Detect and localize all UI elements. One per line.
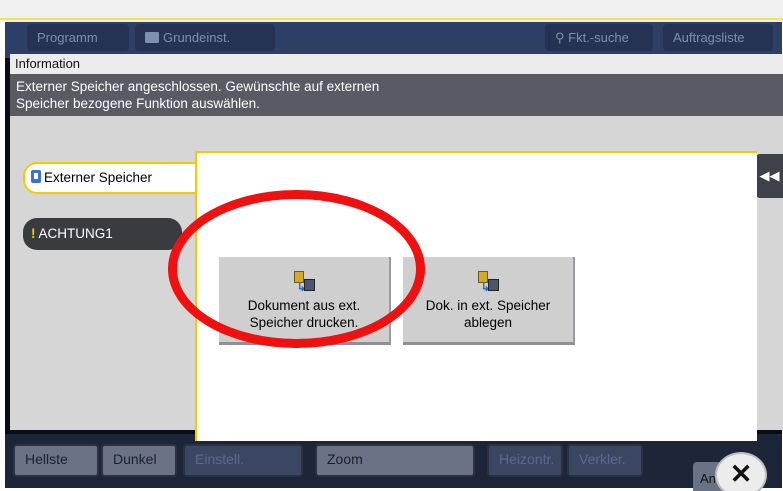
save-to-external-icon: ↳ — [476, 271, 500, 294]
warning-icon: ! — [31, 226, 36, 241]
side-tab-achtung1[interactable]: ! ACHTUNG1 — [23, 218, 182, 250]
function-label-line-2: Speicher drucken. — [249, 315, 359, 330]
collapse-panel-button[interactable]: ◀◀ — [756, 154, 783, 198]
tab-fkt-suche-label: Fkt.-suche — [568, 30, 629, 45]
settings-icon — [145, 32, 159, 43]
search-icon: ⚲ — [555, 30, 569, 45]
save-to-external-memory-button[interactable]: ↳ Dok. in ext. Speicher ablegen — [403, 257, 575, 345]
side-tab-externer-speicher[interactable]: Externer Speicher — [23, 162, 195, 194]
bottom-button-zoom[interactable]: Zoom — [315, 444, 475, 477]
dialog-message: Externer Speicher angeschlossen. Gewünsc… — [10, 74, 783, 116]
tab-programm[interactable]: Programm — [27, 24, 129, 51]
bottom-button-label: An — [700, 471, 716, 486]
background-tab-bar: Programm Grundeinst. ⚲ Fkt.-suche Auftra… — [5, 22, 782, 58]
bottom-button-einstell[interactable]: Einstell. — [183, 444, 303, 477]
device-screen: Programm Grundeinst. ⚲ Fkt.-suche Auftra… — [5, 22, 783, 491]
tab-auftragsliste-label: Auftragsliste — [673, 30, 745, 45]
tab-fkt-suche[interactable]: ⚲ Fkt.-suche — [545, 24, 653, 51]
side-tab-panel: Externer Speicher ! ACHTUNG1 — [10, 116, 195, 430]
bottom-button-dunkel[interactable]: Dunkel — [101, 444, 177, 477]
function-label-line-1: Dokument aus ext. — [247, 298, 361, 313]
dialog-title: Information — [10, 54, 783, 74]
top-status-strip — [0, 0, 783, 22]
tab-grundeinst[interactable]: Grundeinst. — [135, 24, 275, 51]
bottom-button-label: Zoom — [327, 451, 363, 467]
tab-programm-label: Programm — [37, 30, 98, 45]
tab-grundeinst-label: Grundeinst. — [163, 30, 231, 45]
bottom-button-hellste[interactable]: Hellste — [13, 444, 99, 477]
bottom-button-verkler[interactable]: Verkler. — [567, 444, 643, 477]
side-tab-label: ACHTUNG1 — [38, 226, 113, 241]
double-chevron-left-icon: ◀◀ — [759, 168, 780, 183]
side-tab-label: Externer Speicher — [44, 170, 153, 185]
print-from-external-memory-button[interactable]: ↳ Dokument aus ext. Speicher drucken. — [219, 257, 391, 345]
function-label-line-1: Dok. in ext. Speicher — [425, 298, 551, 313]
dialog-message-line-1: Externer Speicher angeschlossen. Gewünsc… — [16, 79, 380, 94]
bottom-button-label: Dunkel — [113, 451, 157, 467]
dialog-message-line-2: Speicher bezogene Funktion auswählen. — [16, 96, 260, 111]
tab-auftragsliste[interactable]: Auftragsliste — [663, 24, 773, 51]
bottom-button-label: Einstell. — [195, 451, 245, 467]
function-label-line-2: ablegen — [463, 315, 513, 330]
bottom-button-label: Verkler. — [579, 451, 626, 467]
function-content-area: ↳ Dokument aus ext. Speicher drucken. ↳ … — [195, 151, 757, 441]
close-icon: ✕ — [729, 459, 753, 489]
print-from-external-icon: ↳ — [292, 271, 316, 294]
close-button[interactable]: ✕ — [715, 452, 767, 491]
background-bottom-bar: Hellste Dunkel Einstell. Zoom Heizontr. … — [5, 434, 782, 488]
bottom-button-label: Heizontr. — [499, 451, 555, 467]
usb-icon — [31, 170, 41, 183]
bottom-button-label: Hellste — [25, 451, 68, 467]
information-dialog: Information Externer Speicher angeschlos… — [10, 54, 783, 441]
bottom-button-heizontr[interactable]: Heizontr. — [487, 444, 563, 477]
